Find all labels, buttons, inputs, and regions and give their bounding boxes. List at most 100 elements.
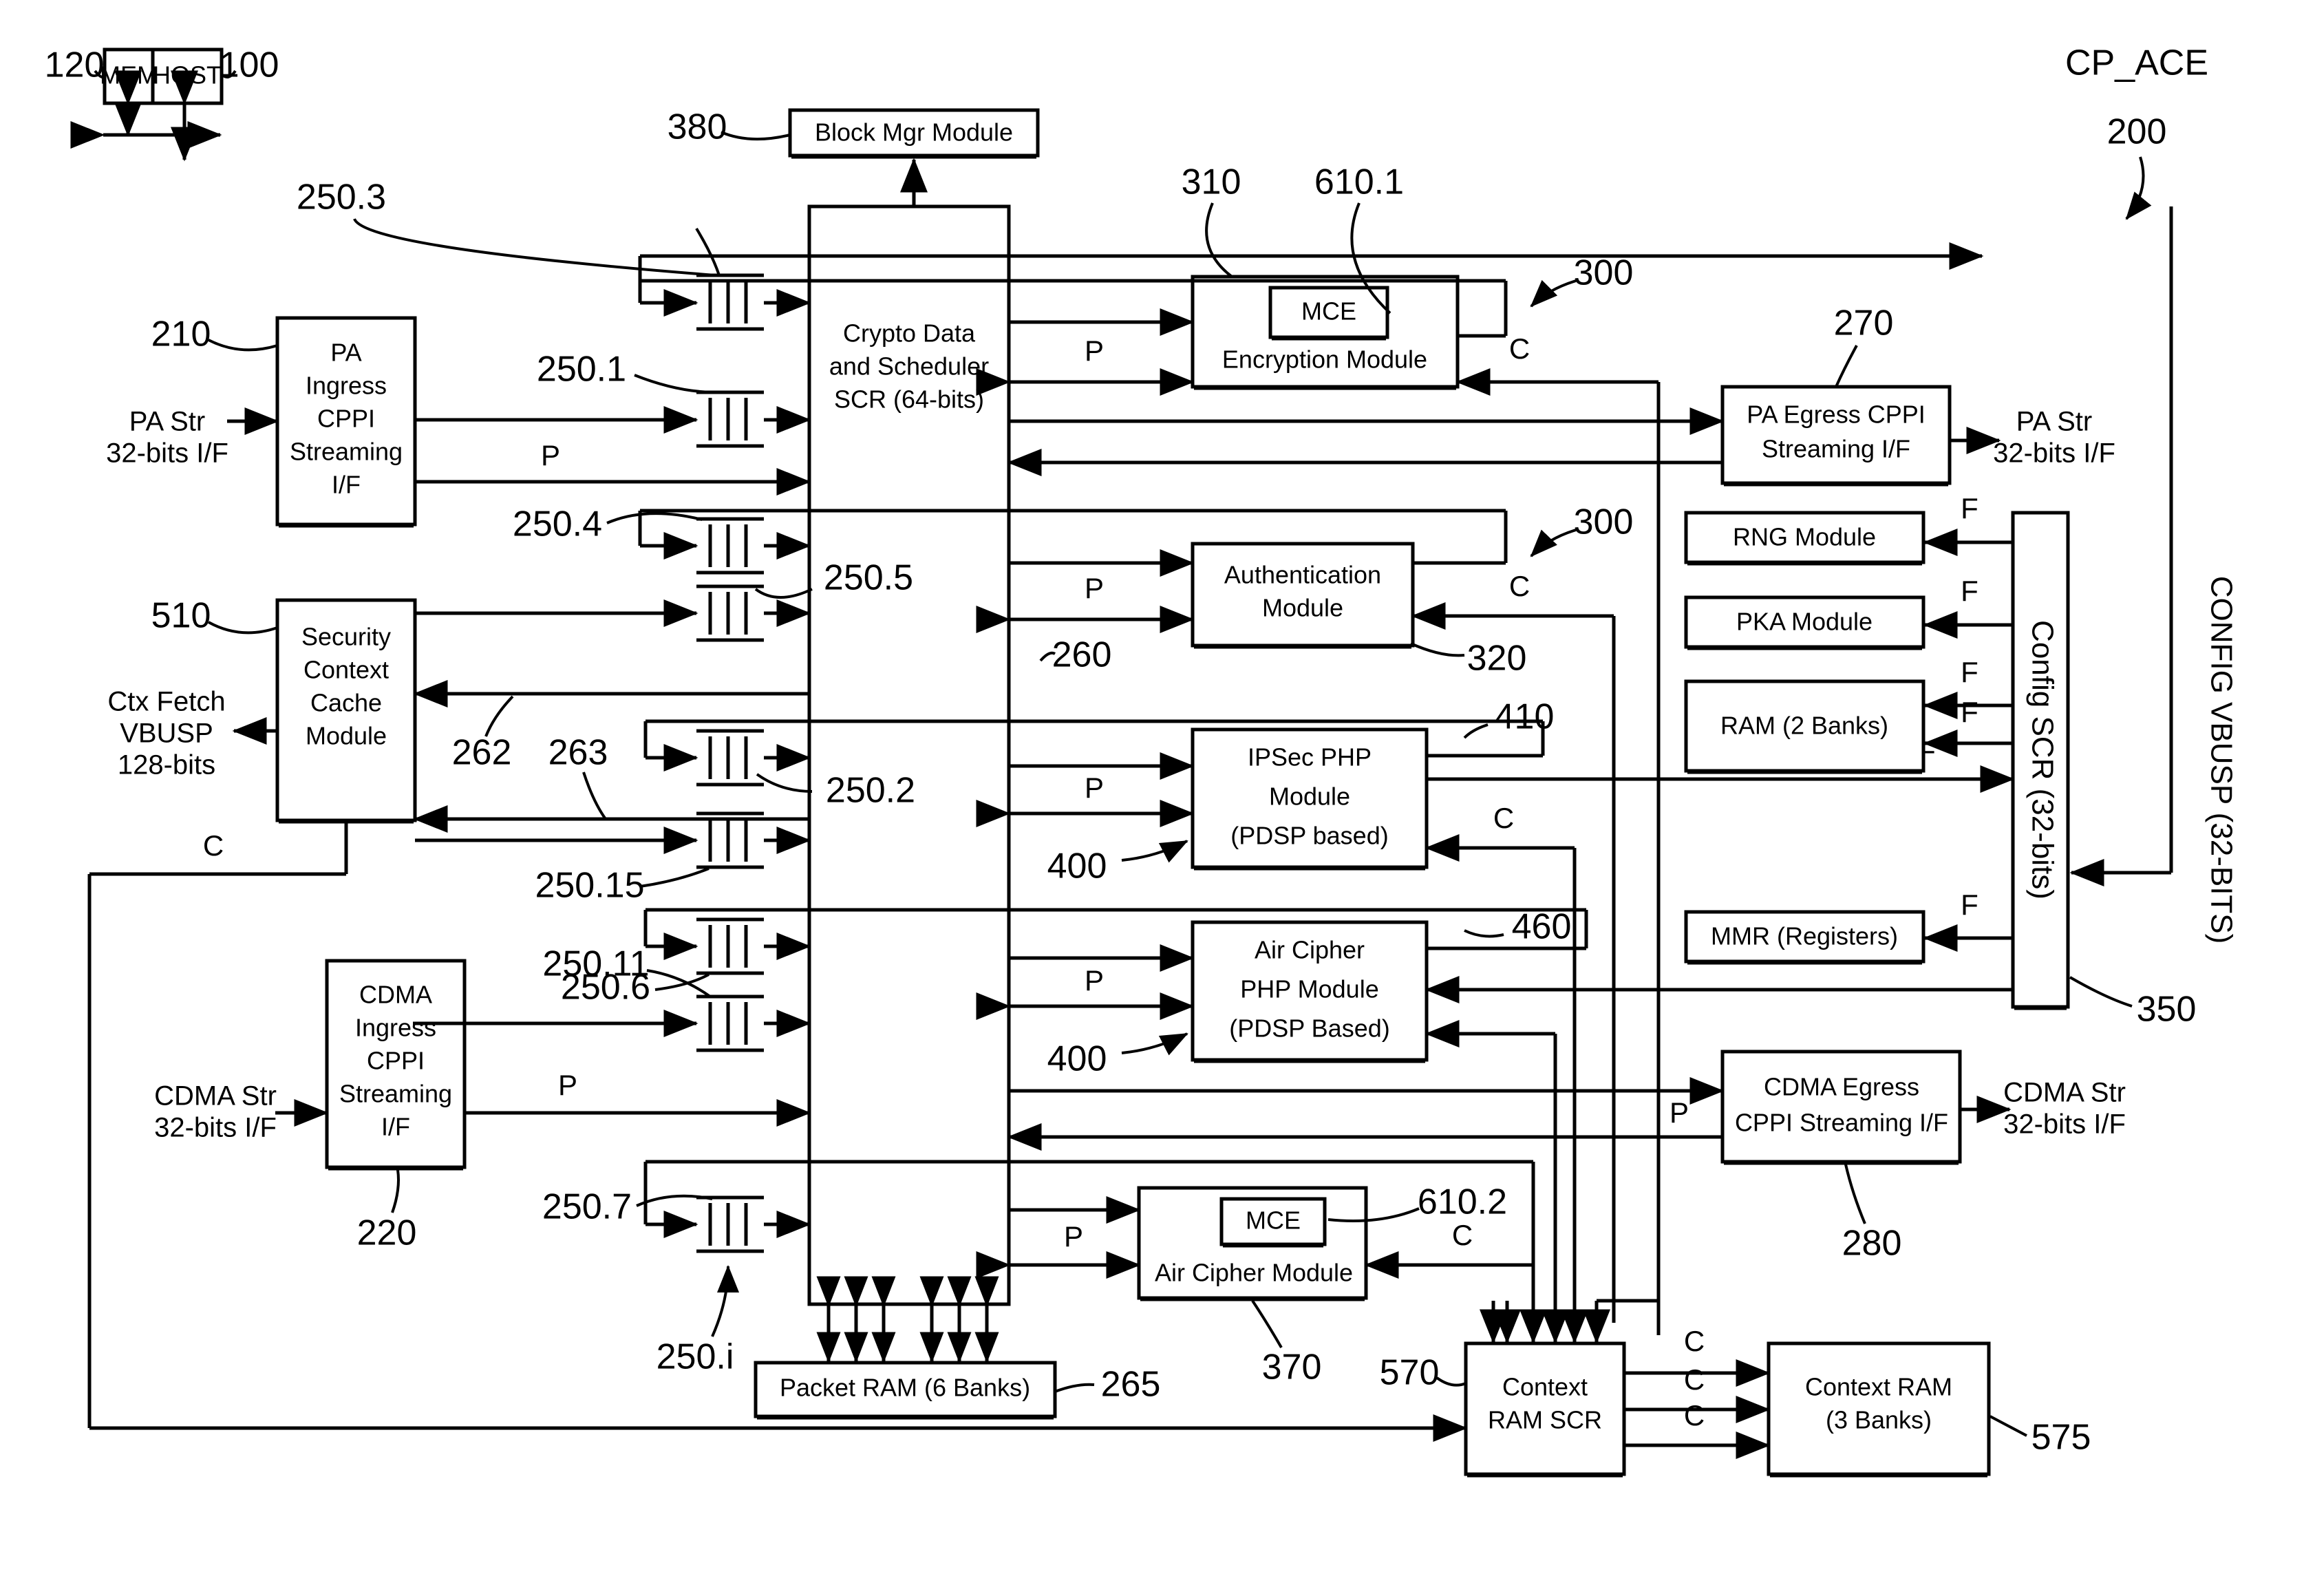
- mce-label-1: MCE: [1301, 297, 1356, 326]
- ref-220: 220: [357, 1213, 417, 1253]
- ref-250-15: 250.15: [535, 866, 644, 906]
- cdma-egress-cppi: [1720, 1050, 1962, 1164]
- ref-300-a: 300: [1574, 253, 1634, 293]
- fifo-250-7: [643, 1160, 1533, 1253]
- acphp-l1: Air Cipher: [1255, 936, 1365, 964]
- ref-260: 260: [1052, 635, 1112, 675]
- pa-egress-l2: Streaming I/F: [1762, 435, 1910, 463]
- ref-350: 350: [2137, 990, 2197, 1030]
- ref-250-11: 250.11: [542, 944, 649, 984]
- ref-300-b: 300: [1574, 502, 1634, 542]
- ref-250-1: 250.1: [537, 350, 626, 390]
- sec-ctx-l3: Cache: [310, 689, 382, 717]
- sec-ctx-l1: Security: [301, 623, 391, 651]
- pa-ingress-l4: Streaming: [290, 438, 403, 466]
- pa-ingress-l3: CPPI: [317, 405, 375, 433]
- mem-host-group: MEM HOST: [70, 47, 224, 162]
- config-scr-label: Config SCR (32-bits): [2025, 620, 2059, 900]
- fifo-250-6: [643, 908, 1586, 975]
- diagram-svg: MEM HOST 120 100 Block Mgr Module 380 Cr…: [45, 43, 2238, 1478]
- pa-str-out-l2: 32-bits I/F: [1993, 438, 2115, 469]
- p-label-ipsec: P: [1085, 772, 1104, 804]
- ctxscr-l2: RAM SCR: [1488, 1406, 1602, 1434]
- ref-120: 120: [45, 45, 105, 85]
- config-vbusp-label: CONFIG VBUSP (32-BITS): [2204, 576, 2238, 944]
- ref-310: 310: [1182, 162, 1241, 202]
- sec-ctx-l2: Context: [303, 656, 389, 684]
- c-label-ctx-3: C: [1684, 1399, 1705, 1432]
- p-label-cdma: P: [558, 1069, 577, 1101]
- ref-270: 270: [1834, 304, 1894, 343]
- figure-title: CP_ACE: [2065, 43, 2208, 83]
- ipsec-l3: (PDSP based): [1230, 822, 1388, 850]
- ref-262: 262: [452, 733, 512, 773]
- ref-400-b: 400: [1047, 1039, 1107, 1079]
- ref-510: 510: [151, 596, 211, 636]
- ref-370: 370: [1262, 1348, 1322, 1387]
- patent-block-diagram: MEM HOST 120 100 Block Mgr Module 380 Cr…: [0, 0, 2304, 1596]
- ref-100: 100: [220, 45, 279, 85]
- ref-250-i: 250.i: [657, 1337, 734, 1377]
- ref-263: 263: [548, 733, 608, 773]
- block-mgr-label: Block Mgr Module: [815, 118, 1013, 147]
- crypto-scr-line1: Crypto Data: [843, 319, 976, 348]
- ctx-fetch-l3: 128-bits: [118, 750, 215, 780]
- ref-610-2: 610.2: [1418, 1182, 1507, 1222]
- acphp-l2: PHP Module: [1240, 975, 1378, 1003]
- ref-250-4: 250.4: [513, 504, 602, 544]
- sec-ctx-l4: Module: [306, 722, 387, 750]
- crypto-scr-line2: and Scheduler: [829, 352, 989, 381]
- p-label-auth: P: [1085, 572, 1104, 604]
- p-label-acmod: P: [1064, 1220, 1083, 1253]
- ref-265: 265: [1101, 1365, 1161, 1405]
- auth-l2: Module: [1262, 594, 1343, 622]
- acphp-l3: (PDSP Based): [1229, 1014, 1389, 1043]
- ref-250-3: 250.3: [297, 178, 386, 217]
- fifo-250-5: [440, 584, 811, 642]
- c-label-enc: C: [1509, 332, 1530, 365]
- cdma-ing-l1: CDMA: [359, 981, 432, 1009]
- packet-ram-label: Packet RAM (6 Banks): [780, 1374, 1030, 1402]
- mmr-label: MMR (Registers): [1711, 922, 1898, 950]
- ref-250-7: 250.7: [542, 1187, 632, 1227]
- p-label-acphp: P: [1085, 964, 1104, 997]
- p-label-enc: P: [1085, 334, 1104, 367]
- ref-380: 380: [668, 107, 727, 147]
- ref-320: 320: [1467, 639, 1527, 679]
- pa-str-out-l1: PA Str: [2016, 407, 2092, 437]
- pa-str-in-l2: 32-bits I/F: [106, 438, 228, 469]
- cdma-ing-l3: CPPI: [367, 1047, 425, 1075]
- ctxscr-l1: Context: [1502, 1373, 1588, 1401]
- p-label-pa: P: [541, 439, 560, 471]
- c-label-ipsec: C: [1493, 802, 1514, 834]
- ref-575: 575: [2031, 1418, 2091, 1458]
- c-label-ctx-1: C: [1684, 1325, 1705, 1357]
- ipsec-l2: Module: [1269, 783, 1350, 811]
- ctxram-l1: Context RAM: [1805, 1373, 1952, 1401]
- cdma-str-out-l2: 32-bits I/F: [2003, 1109, 2126, 1140]
- cdma-str-in-l2: 32-bits I/F: [154, 1113, 277, 1143]
- cdma-ing-l4: Streaming: [339, 1080, 452, 1108]
- pa-ingress-l5: I/F: [332, 471, 361, 499]
- mce-label-2: MCE: [1246, 1206, 1301, 1235]
- cdma-ing-l2: Ingress: [355, 1014, 436, 1042]
- cdma-str-out-l1: CDMA Str: [2003, 1078, 2126, 1108]
- encryption-label: Encryption Module: [1222, 345, 1427, 374]
- c-label-auth: C: [1509, 570, 1530, 602]
- packet-ram-arrows: [816, 1276, 999, 1363]
- figure-ref: 200: [2107, 112, 2167, 152]
- c-label-ctx-2: C: [1684, 1363, 1705, 1396]
- pa-egress-l1: PA Egress CPPI: [1747, 401, 1925, 429]
- cdma-ing-l5: I/F: [381, 1113, 410, 1141]
- ref-250-5: 250.5: [824, 558, 913, 598]
- auth-l1: Authentication: [1224, 561, 1381, 589]
- p-label-cdmaeg: P: [1670, 1096, 1689, 1129]
- pka-label: PKA Module: [1736, 608, 1873, 636]
- ref-210: 210: [151, 315, 211, 354]
- cdma-eg-l2: CPPI Streaming I/F: [1735, 1109, 1948, 1137]
- pa-ingress-l2: Ingress: [306, 372, 387, 400]
- f-label-ram-b: F: [1961, 696, 1978, 728]
- f-label-ram-a: F: [1961, 656, 1978, 688]
- f-label-pka: F: [1961, 575, 1978, 607]
- pa-ingress-l1: PA: [330, 339, 361, 367]
